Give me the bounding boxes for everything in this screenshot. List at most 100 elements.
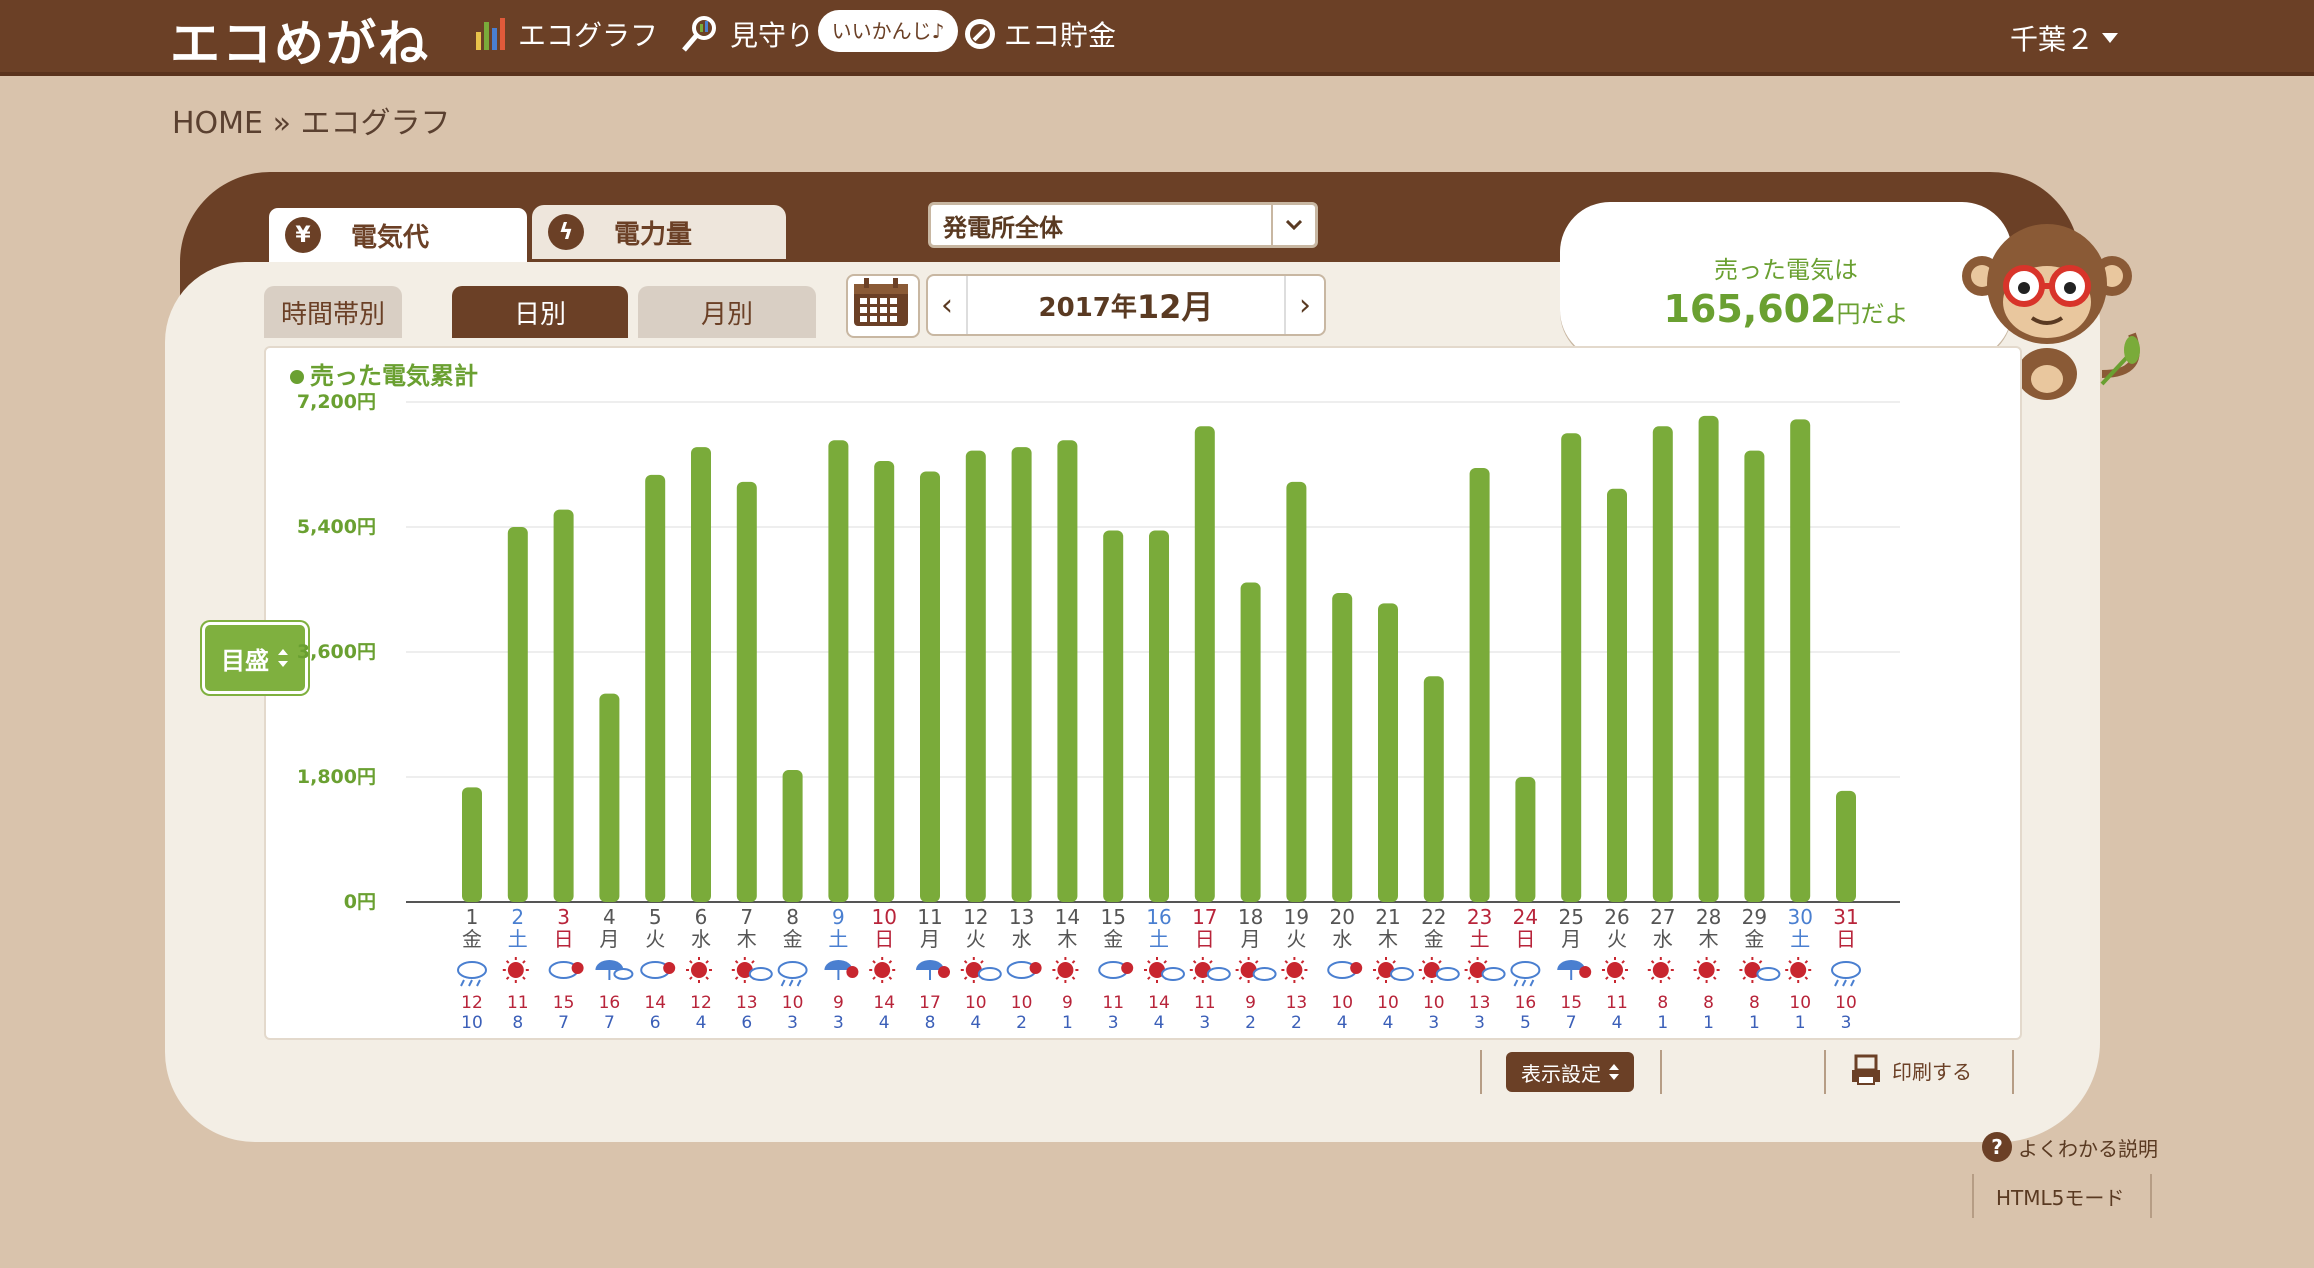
- current-month: 2017年 12月: [966, 276, 1286, 334]
- weekday-label: 火: [1607, 927, 1627, 951]
- sun-icon: [1057, 962, 1074, 978]
- weekday-label: 水: [1332, 927, 1352, 951]
- breadcrumb-current: エコグラフ: [300, 106, 451, 141]
- sun-ray: [1788, 976, 1792, 980]
- day-label: 17: [1192, 905, 1217, 929]
- sun-ray: [689, 960, 693, 964]
- sun-ray: [1696, 976, 1701, 980]
- tab-daily[interactable]: 日別: [452, 286, 628, 338]
- sun-ray: [1192, 976, 1197, 980]
- cloud-icon: [748, 967, 773, 981]
- temp-high: 14: [873, 993, 895, 1013]
- tab-power-amount[interactable]: ϟ 電力量: [532, 205, 786, 259]
- day-label: 14: [1055, 905, 1080, 929]
- breadcrumb: HOME » エコグラフ: [172, 98, 450, 142]
- sun-ray: [1421, 960, 1426, 964]
- nav-label: エコ貯金: [1004, 19, 1117, 52]
- bubble-suffix: 円だよ: [1836, 300, 1909, 328]
- bar-day-24: [1515, 777, 1536, 902]
- coin-icon: [965, 19, 995, 49]
- sun-ray: [1467, 960, 1472, 964]
- chevron-down-icon: [1271, 205, 1315, 245]
- bar-day-13: [1011, 447, 1032, 902]
- temp-high: 13: [1286, 993, 1308, 1013]
- temp-low: 4: [879, 1013, 890, 1033]
- sun-ray: [1376, 960, 1380, 964]
- help-link[interactable]: ? よくわかる説明: [1982, 1132, 2158, 1162]
- plant-select[interactable]: 発電所全体: [928, 202, 1318, 248]
- day-label: 25: [1558, 905, 1583, 929]
- user-name: 千葉２: [2010, 23, 2095, 56]
- nav-label: エコグラフ: [518, 19, 659, 52]
- sun-ray: [872, 960, 876, 964]
- sun-icon: [1607, 962, 1623, 978]
- sun-ray: [1650, 960, 1655, 964]
- prev-month-button[interactable]: ‹: [928, 288, 966, 323]
- tab-monthly[interactable]: 月別: [638, 286, 816, 338]
- month-label: 12月: [1136, 288, 1214, 326]
- weekday-label: 土: [1149, 927, 1169, 951]
- temp-low: 5: [1520, 1013, 1531, 1033]
- next-month-button[interactable]: ›: [1286, 288, 1324, 323]
- temp-low: 2: [1016, 1013, 1027, 1033]
- day-label: 28: [1696, 905, 1721, 929]
- sun-ray: [1742, 976, 1747, 980]
- weekday-label: 水: [1012, 927, 1032, 951]
- weekday-label: 月: [1561, 927, 1581, 951]
- status-pill: いいかんじ♪: [818, 10, 958, 52]
- tab-hourly[interactable]: 時間帯別: [264, 286, 402, 338]
- cloud-icon: [1756, 967, 1781, 981]
- day-label: 22: [1421, 905, 1446, 929]
- user-menu[interactable]: 千葉２: [2010, 18, 2119, 58]
- bar-day-7: [736, 481, 757, 902]
- breadcrumb-home[interactable]: HOME: [172, 106, 263, 141]
- sun-ray: [1147, 960, 1151, 964]
- bar-day-9: [828, 440, 849, 902]
- sun-ray: [1621, 976, 1625, 980]
- sun-ray: [1605, 976, 1609, 980]
- temp-low: 2: [1245, 1013, 1256, 1033]
- brand-logo[interactable]: エコめがね: [170, 4, 430, 76]
- bar-day-3: [553, 509, 574, 902]
- day-label: 31: [1833, 905, 1858, 929]
- day-label: 27: [1650, 905, 1675, 929]
- temp-high: 9: [1062, 993, 1073, 1013]
- sun-ray: [1055, 960, 1060, 964]
- cloud-icon: [1390, 967, 1414, 981]
- bar-day-20: [1332, 592, 1353, 902]
- temp-high: 14: [644, 993, 666, 1013]
- sun-icon: [1579, 966, 1592, 978]
- cloud-icon: [1510, 961, 1541, 979]
- sun-icon: [571, 962, 584, 974]
- weekday-label: 日: [1195, 927, 1215, 951]
- divider: [2150, 1174, 2152, 1218]
- bar-day-25: [1561, 433, 1582, 902]
- sun-ray: [751, 960, 755, 964]
- bar-chart-icon: [476, 18, 505, 50]
- nav-watch[interactable]: 見守り: [680, 14, 814, 54]
- bar-day-30: [1790, 419, 1811, 902]
- display-settings-button[interactable]: 表示設定: [1506, 1052, 1634, 1092]
- weekday-label: 金: [783, 927, 803, 951]
- nav-eco-savings[interactable]: エコ貯金: [962, 14, 1116, 54]
- help-label: よくわかる説明: [2018, 1136, 2158, 1161]
- printer-icon: [1852, 1054, 1880, 1085]
- tab-electricity-cost[interactable]: ¥ 電気代: [266, 205, 530, 262]
- nav-eco-graph[interactable]: エコグラフ: [472, 14, 658, 54]
- print-button[interactable]: 印刷する: [1850, 1054, 1972, 1086]
- bar-day-28: [1698, 415, 1719, 902]
- sun-ray: [1147, 976, 1151, 980]
- temp-low: 3: [1841, 1013, 1852, 1033]
- year-label: 2017年: [1038, 292, 1137, 323]
- y-tick-label: 5,400円: [297, 516, 376, 538]
- html5-mode-link[interactable]: HTML5モード: [1996, 1182, 2124, 1211]
- day-label: 10: [871, 905, 896, 929]
- yen-icon: ¥: [285, 217, 321, 253]
- temp-low: 1: [1657, 1013, 1668, 1033]
- calendar-button[interactable]: [846, 274, 920, 338]
- temp-low: 3: [1108, 1013, 1119, 1033]
- weekday-label: 木: [1378, 927, 1398, 951]
- sun-ray: [1300, 960, 1305, 964]
- bar-day-21: [1378, 603, 1398, 902]
- day-label: 11: [917, 905, 942, 929]
